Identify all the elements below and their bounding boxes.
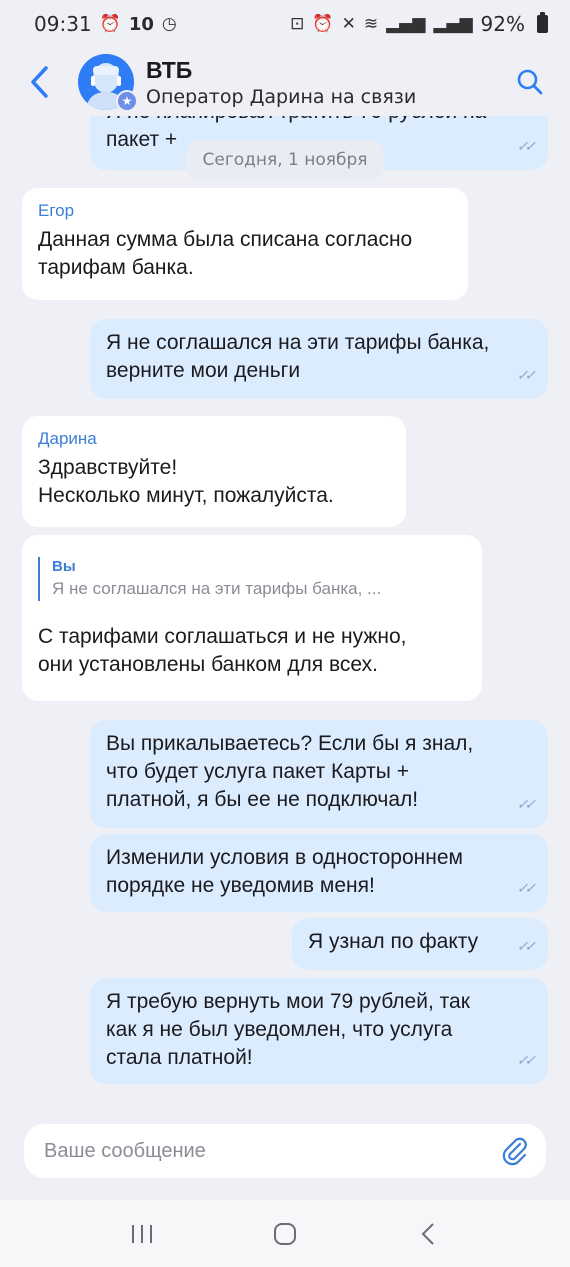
back-icon [421, 1222, 435, 1245]
message-composer [24, 1124, 546, 1178]
message-text: Здравствуйте! Несколько минут, пожалуйст… [38, 456, 334, 507]
message-outgoing[interactable]: Я требую вернуть мои 79 рублей, так как … [90, 978, 548, 1084]
read-checkmarks-icon: ✓✓ [516, 138, 537, 154]
signal-2-icon: ▂▄▆ [433, 14, 473, 34]
reply-text: Я не соглашался на эти тарифы банка, ... [52, 579, 382, 598]
message-text: Я требую вернуть мои 79 рублей, так как … [106, 990, 470, 1069]
recents-button[interactable] [112, 1209, 172, 1259]
read-checkmarks-icon: ✓✓ [516, 796, 537, 812]
home-button[interactable] [255, 1209, 315, 1259]
system-nav-bar [0, 1200, 570, 1267]
mute-icon: ✕ [341, 14, 356, 34]
message-incoming[interactable]: Дарина Здравствуйте! Несколько минут, по… [22, 416, 406, 527]
chat-subtitle: Оператор Дарина на связи [146, 85, 417, 108]
message-incoming-reply[interactable]: Вы Я не соглашался на эти тарифы банка, … [22, 535, 482, 701]
status-left: 09:31 ⏰ 10 ◷ [34, 12, 177, 36]
message-text: Вы прикалываетесь? Если бы я знал, что б… [106, 732, 474, 811]
message-outgoing[interactable]: Изменили условия в одностороннем порядке… [90, 834, 548, 912]
date-divider: Сегодня, 1 ноября [186, 140, 384, 180]
status-right: ⊡ ⏰ ✕ ≋ ▂▄▆ ▂▄▆ 92% [290, 12, 548, 36]
back-button[interactable] [22, 62, 58, 102]
search-icon [517, 69, 543, 95]
lock-icon: ⊡ [290, 14, 305, 34]
message-outgoing[interactable]: Вы прикалываетесь? Если бы я знал, что б… [90, 720, 548, 828]
verified-badge-icon: ★ [116, 90, 138, 112]
paperclip-icon [502, 1137, 527, 1166]
message-incoming[interactable]: Егор Данная сумма была списана согласно … [22, 188, 468, 300]
signal-icon: ▂▄▆ [386, 14, 426, 34]
avatar[interactable]: ★ [78, 54, 138, 112]
recents-icon [131, 1224, 152, 1243]
status-time: 09:31 [34, 12, 92, 36]
status-bar: 09:31 ⏰ 10 ◷ ⊡ ⏰ ✕ ≋ ▂▄▆ ▂▄▆ 92% [0, 0, 570, 48]
notification-count: 10 [128, 13, 154, 35]
header-text[interactable]: ВТБ Оператор Дарина на связи [146, 57, 510, 108]
timer-icon: ◷ [161, 14, 177, 34]
message-input[interactable] [44, 1139, 498, 1163]
message-text: С тарифами соглашаться и не нужно, они у… [38, 625, 407, 676]
message-sender: Дарина [38, 429, 97, 448]
message-text: Я узнал по факту [308, 930, 479, 953]
message-outgoing[interactable]: Я не соглашался на эти тарифы банка, вер… [90, 319, 548, 399]
system-back-button[interactable] [398, 1209, 458, 1259]
battery-percent: 92% [480, 12, 525, 36]
search-button[interactable] [510, 62, 550, 102]
alarm-icon: ⏰ [99, 14, 121, 34]
alarm-clock-icon: ⏰ [312, 14, 334, 34]
chat-header: ★ ВТБ Оператор Дарина на связи [0, 48, 570, 116]
message-outgoing[interactable]: Я узнал по факту ✓✓ [292, 918, 548, 970]
chat-title: ВТБ [146, 56, 193, 83]
message-sender: Егор [38, 201, 75, 220]
read-checkmarks-icon: ✓✓ [516, 367, 537, 383]
battery-icon [537, 12, 548, 33]
read-checkmarks-icon: ✓✓ [516, 1052, 537, 1068]
message-list[interactable]: Я не планировал тратить 79 рублей на пак… [0, 116, 570, 1120]
message-text: Данная сумма была списана согласно тариф… [38, 228, 413, 279]
wifi-icon: ≋ [363, 14, 379, 34]
read-checkmarks-icon: ✓✓ [516, 880, 537, 896]
message-text: Я не соглашался на эти тарифы банка, вер… [106, 331, 490, 382]
reply-author: Вы [52, 558, 76, 575]
reply-quote[interactable]: Вы Я не соглашался на эти тарифы банка, … [38, 557, 466, 601]
message-text: Изменили условия в одностороннем порядке… [106, 846, 463, 897]
read-checkmarks-icon: ✓✓ [516, 938, 537, 954]
home-icon [273, 1222, 296, 1245]
chevron-left-icon [31, 66, 48, 98]
attach-button[interactable] [498, 1134, 532, 1168]
